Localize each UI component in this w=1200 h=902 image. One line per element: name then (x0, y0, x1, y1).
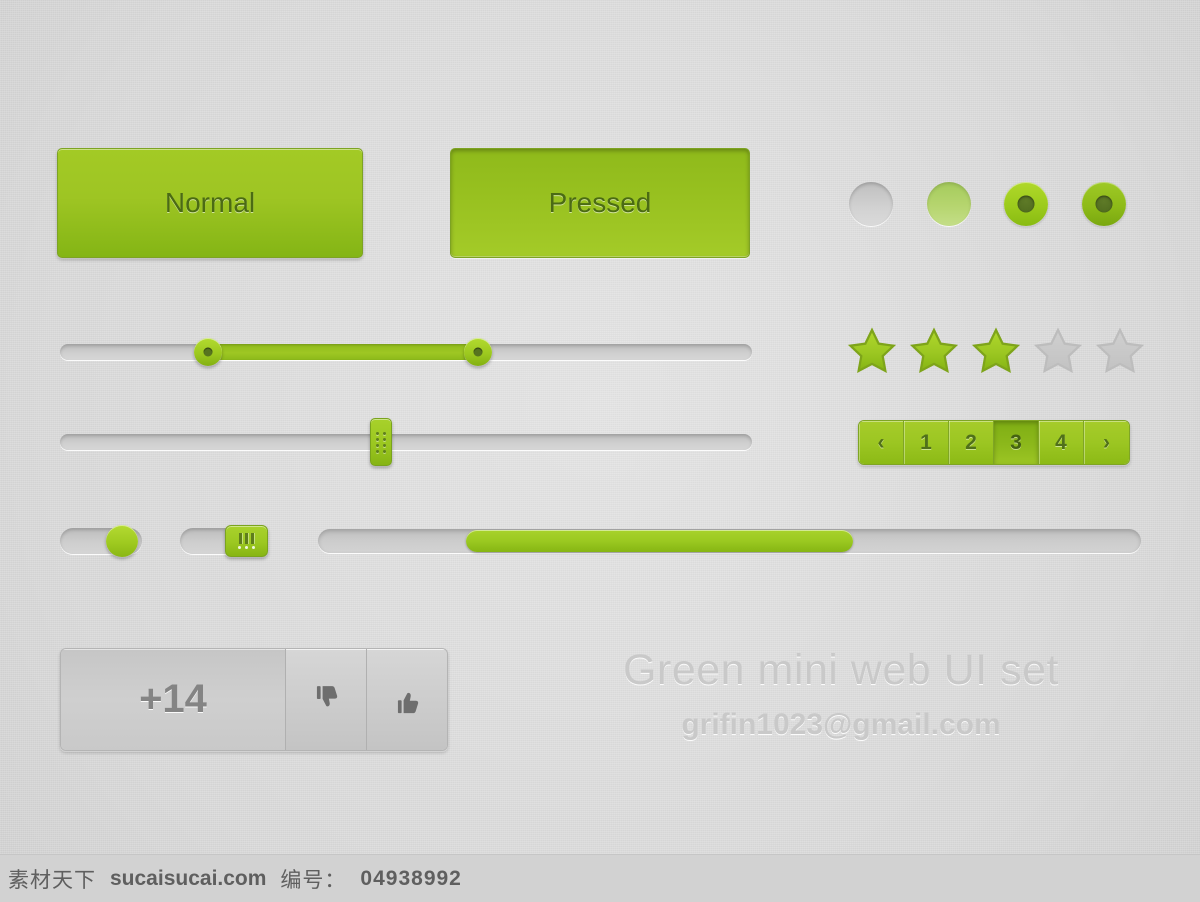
pagination-page-2[interactable]: 2 (949, 421, 994, 464)
range-slider-handle-min[interactable] (194, 338, 222, 366)
range-slider-handle-max[interactable] (464, 338, 492, 366)
watermark-bar: 素材天下 sucaisucai.com 编号： 04938992 (0, 854, 1200, 902)
radio-selected-dark[interactable] (1082, 182, 1126, 226)
radio-selected[interactable] (1004, 182, 1048, 226)
single-slider-track[interactable] (60, 434, 752, 450)
star-rating[interactable] (845, 325, 1147, 379)
pagination[interactable]: ‹ 1 2 3 4 › (858, 420, 1130, 465)
pagination-page-4[interactable]: 4 (1039, 421, 1084, 464)
single-slider-handle[interactable] (370, 418, 392, 466)
pagination-page-3-active[interactable]: 3 (994, 421, 1039, 464)
grip-dots-icon (376, 431, 386, 453)
watermark-id-value: 04938992 (360, 866, 462, 890)
star-icon-filled[interactable] (969, 325, 1023, 379)
watermark-id-label: 编号： (280, 868, 347, 892)
ui-kit-canvas: Normal Pressed ‹ 1 2 3 4 › +14 Green min… (0, 0, 1200, 902)
star-icon-empty[interactable] (1031, 325, 1085, 379)
toggle-round[interactable] (60, 525, 142, 557)
grip-bars-icon (239, 533, 254, 544)
vote-widget[interactable]: +14 (60, 648, 448, 751)
radio-dot-icon (1017, 195, 1035, 213)
vote-count: +14 (61, 649, 285, 750)
kit-author-email: grifin1023@gmail.com (681, 708, 1001, 741)
watermark-site-url: sucaisucai.com (110, 866, 267, 890)
toggle-square[interactable] (180, 525, 268, 557)
radio-hover[interactable] (927, 182, 971, 226)
toggle-square-knob[interactable] (225, 525, 268, 557)
star-icon-empty[interactable] (1093, 325, 1147, 379)
toggle-round-knob[interactable] (106, 525, 138, 557)
radio-dot-icon (1095, 195, 1113, 213)
pagination-page-1[interactable]: 1 (904, 421, 949, 464)
kit-title: Green mini web UI set (623, 646, 1059, 694)
grip-dots-icon (238, 546, 255, 549)
thumbs-down-icon (316, 685, 338, 706)
range-slider-fill (208, 344, 478, 360)
progress-scrollbar-track[interactable] (318, 529, 1141, 553)
watermark-site-cn: 素材天下 (8, 868, 96, 892)
star-icon-filled[interactable] (845, 325, 899, 379)
pagination-next[interactable]: › (1084, 421, 1129, 464)
normal-button[interactable]: Normal (57, 148, 363, 258)
pagination-prev[interactable]: ‹ (859, 421, 904, 464)
progress-scrollbar-thumb[interactable] (466, 530, 853, 552)
pressed-button[interactable]: Pressed (450, 148, 750, 258)
downvote-button[interactable] (285, 649, 366, 750)
thumbs-up-icon (397, 692, 419, 713)
radio-unselected[interactable] (849, 182, 893, 226)
star-icon-filled[interactable] (907, 325, 961, 379)
upvote-button[interactable] (366, 649, 447, 750)
